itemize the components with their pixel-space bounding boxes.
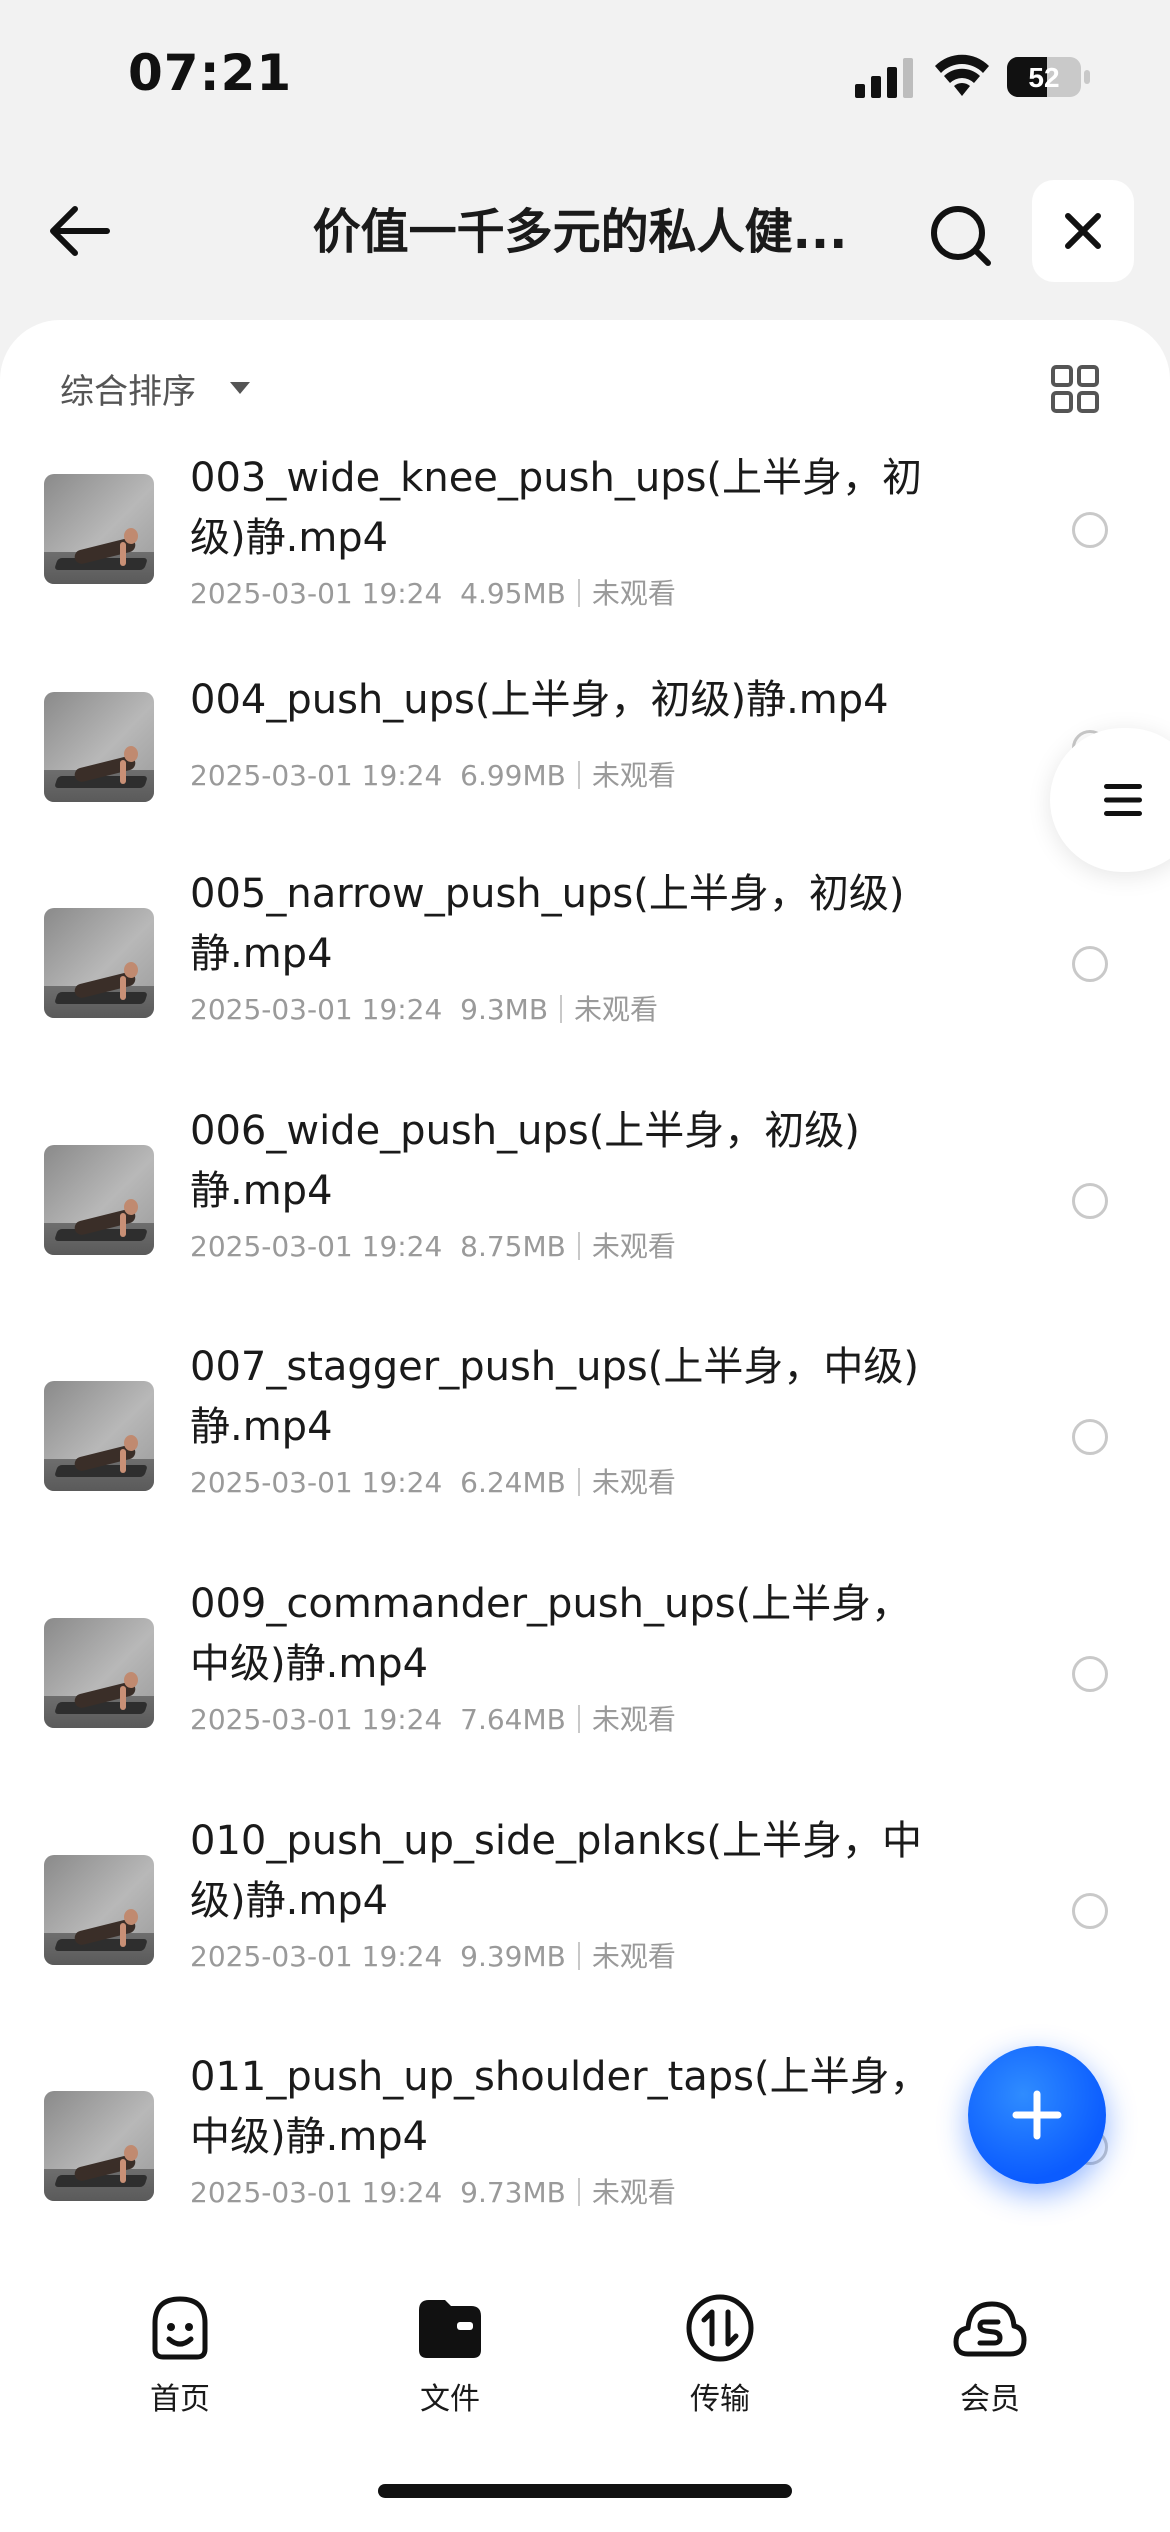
plus-icon <box>1012 2090 1062 2140</box>
select-radio[interactable] <box>1072 1419 1108 1455</box>
file-row[interactable]: 004_push_ups(上半身，初级)静.mp4 2025-03-01 19:… <box>0 648 1170 878</box>
file-name: 010_push_up_side_planks(上半身，中级)静.mp4 <box>190 1818 922 1924</box>
battery-icon: 52 <box>1007 57 1090 97</box>
file-name: 004_push_ups(上半身，初级)静.mp4 <box>190 677 889 723</box>
nav-transfer[interactable]: 传输 <box>650 2290 790 2420</box>
select-radio[interactable] <box>1072 1656 1108 1692</box>
transfer-icon <box>686 2294 754 2362</box>
file-name: 006_wide_push_ups(上半身，初级)静.mp4 <box>190 1108 860 1214</box>
file-name: 009_commander_push_ups(上半身，中级)静.mp4 <box>190 1581 912 1687</box>
nav-vip[interactable]: 会员 <box>920 2290 1060 2420</box>
add-button[interactable] <box>968 2046 1106 2184</box>
battery-level: 52 <box>1028 62 1059 93</box>
status-time: 07:21 <box>128 44 293 102</box>
select-radio[interactable] <box>1072 512 1108 548</box>
video-thumbnail <box>44 1855 154 1965</box>
video-thumbnail <box>44 1381 154 1491</box>
nav-files[interactable]: 文件 <box>380 2290 520 2420</box>
back-button[interactable] <box>40 195 120 267</box>
search-icon <box>931 206 991 266</box>
video-thumbnail <box>44 474 154 584</box>
folder-icon <box>419 2300 481 2358</box>
back-arrow-icon <box>50 206 110 256</box>
file-meta: 2025-03-01 19:24 7.64MB 未观看 <box>190 1703 676 1736</box>
cloud-vip-icon <box>953 2301 1027 2357</box>
file-meta: 2025-03-01 19:24 9.39MB 未观看 <box>190 1940 676 1973</box>
page-title: 价值一千多元的私人健... <box>312 204 848 260</box>
search-button[interactable] <box>920 195 1000 275</box>
file-meta: 2025-03-01 19:24 9.3MB 未观看 <box>190 993 659 1026</box>
sort-dropdown[interactable]: 综合排序 <box>60 364 196 413</box>
file-name: 003_wide_knee_push_ups(上半身，初级)静.mp4 <box>190 455 923 561</box>
video-thumbnail <box>44 692 154 802</box>
grid-view-icon[interactable] <box>1050 364 1100 414</box>
file-row[interactable]: 009_commander_push_ups(上半身，中级)静.mp4 2025… <box>0 1574 1170 1804</box>
select-radio[interactable] <box>1072 1893 1108 1929</box>
file-row[interactable]: 003_wide_knee_push_ups(上半身，初级)静.mp4 2025… <box>0 430 1170 660</box>
file-meta: 2025-03-01 19:24 6.24MB 未观看 <box>190 1466 676 1499</box>
app-root: 07:21 52 价值一千多元的私人健... 综合排序 003_wide_kne… <box>0 0 1170 2532</box>
wifi-icon <box>935 54 989 96</box>
file-name: 005_narrow_push_ups(上半身，初级)静.mp4 <box>190 871 905 977</box>
nav-label: 会员 <box>960 2382 1020 2417</box>
caret-down-icon[interactable] <box>228 380 252 396</box>
cellular-signal-icon <box>855 58 913 98</box>
status-bar: 07:21 52 <box>0 0 1170 150</box>
video-thumbnail <box>44 1145 154 1255</box>
file-meta: 2025-03-01 19:24 4.95MB 未观看 <box>190 577 676 610</box>
close-icon <box>1065 213 1101 249</box>
video-thumbnail <box>44 1618 154 1728</box>
file-name: 011_push_up_shoulder_taps(上半身，中级)静.mp4 <box>190 2054 930 2160</box>
file-row[interactable]: 007_stagger_push_ups(上半身，中级)静.mp4 2025-0… <box>0 1337 1170 1567</box>
nav-label: 文件 <box>420 2382 480 2417</box>
file-sheet: 综合排序 003_wide_knee_push_ups(上半身，初级)静.mp4… <box>0 320 1170 2532</box>
file-row[interactable]: 010_push_up_side_planks(上半身，中级)静.mp4 202… <box>0 1811 1170 2041</box>
nav-label: 传输 <box>690 2382 750 2417</box>
file-name: 007_stagger_push_ups(上半身，中级)静.mp4 <box>190 1344 919 1450</box>
video-thumbnail <box>44 908 154 1018</box>
select-radio[interactable] <box>1072 946 1108 982</box>
file-meta: 2025-03-01 19:24 6.99MB 未观看 <box>190 759 676 792</box>
menu-lines-icon <box>1104 784 1142 816</box>
bottom-nav: 首页 文件 传输 会员 <box>0 2250 1170 2532</box>
file-row[interactable]: 005_narrow_push_ups(上半身，初级)静.mp4 2025-03… <box>0 864 1170 1094</box>
nav-home[interactable]: 首页 <box>110 2290 250 2420</box>
close-button[interactable] <box>1032 180 1134 282</box>
nav-label: 首页 <box>150 2382 210 2417</box>
home-indicator[interactable] <box>378 2484 792 2498</box>
select-radio[interactable] <box>1072 1183 1108 1219</box>
smiley-home-icon <box>152 2296 208 2360</box>
file-meta: 2025-03-01 19:24 8.75MB 未观看 <box>190 1230 676 1263</box>
header: 价值一千多元的私人健... <box>0 160 1170 300</box>
file-meta: 2025-03-01 19:24 9.73MB 未观看 <box>190 2176 676 2209</box>
video-thumbnail <box>44 2091 154 2201</box>
file-row[interactable]: 006_wide_push_ups(上半身，初级)静.mp4 2025-03-0… <box>0 1101 1170 1331</box>
